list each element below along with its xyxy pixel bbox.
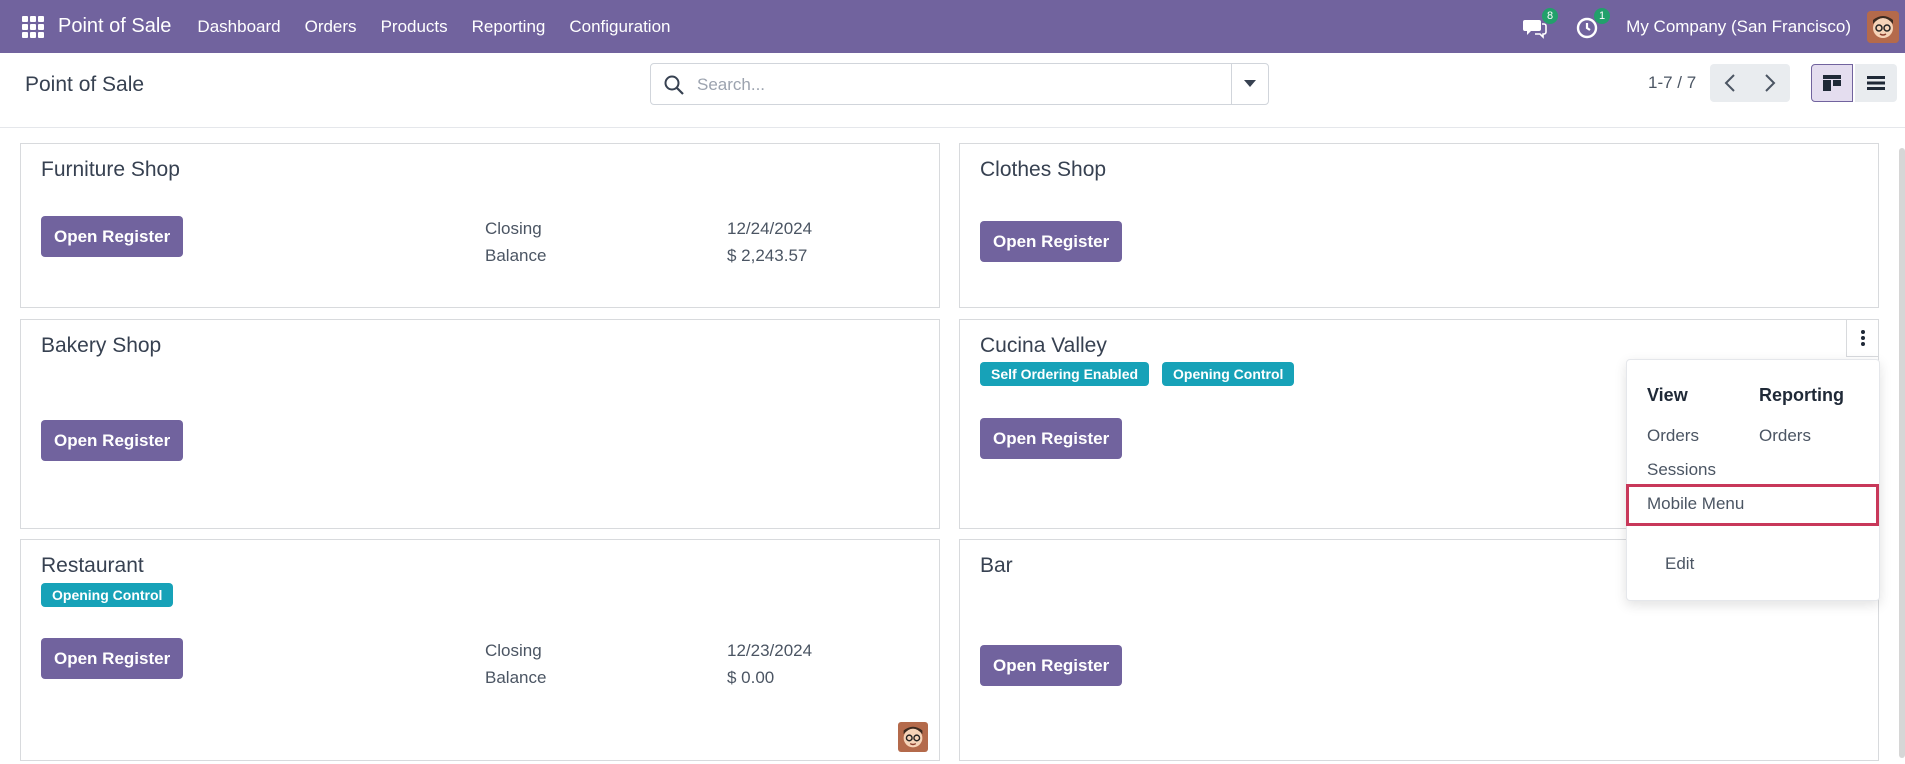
open-register-button[interactable]: Open Register xyxy=(41,420,184,461)
nav-products[interactable]: Products xyxy=(381,17,448,37)
vertical-dots-icon xyxy=(1860,330,1865,346)
closing-label: Closing xyxy=(485,641,542,660)
activities-count-badge: 1 xyxy=(1594,7,1611,24)
kanban-view-button[interactable] xyxy=(1811,64,1853,102)
reporting-orders-item[interactable]: Orders xyxy=(1759,426,1811,446)
open-register-button[interactable]: Open Register xyxy=(980,221,1123,262)
balance-value: $ 0.00 xyxy=(727,668,775,687)
page-title: Point of Sale xyxy=(25,73,145,96)
control-panel: Point of Sale 1-7 / 7 xyxy=(0,53,1905,128)
chevron-right-icon xyxy=(1765,74,1776,92)
nav-orders[interactable]: Orders xyxy=(305,17,357,37)
card-title[interactable]: Cucina Valley xyxy=(980,334,1107,358)
view-sessions-item[interactable]: Sessions xyxy=(1647,460,1716,480)
chevron-left-icon xyxy=(1724,74,1735,92)
search-input[interactable] xyxy=(695,70,1199,100)
messages-icon[interactable]: 8 xyxy=(1522,7,1559,40)
card-title[interactable]: Furniture Shop xyxy=(41,158,180,182)
reporting-section-header: Reporting xyxy=(1759,385,1844,405)
card-title[interactable]: Bar xyxy=(980,554,1013,578)
view-section-header: View xyxy=(1647,385,1688,405)
balance-label: Balance xyxy=(485,246,547,265)
list-icon xyxy=(1867,76,1885,90)
company-switcher[interactable]: My Company (San Francisco) xyxy=(1626,17,1851,37)
pos-card-bakery-shop: Bakery Shop Open Register xyxy=(20,319,940,529)
closing-date: 12/24/2024 xyxy=(727,219,813,238)
card-options-button[interactable] xyxy=(1846,320,1878,357)
edit-item[interactable]: Edit xyxy=(1665,554,1694,574)
nav-configuration[interactable]: Configuration xyxy=(569,17,670,37)
card-title[interactable]: Restaurant xyxy=(41,554,144,578)
messages-count-badge: 8 xyxy=(1542,7,1559,24)
balance-value: $ 2,243.57 xyxy=(727,246,808,265)
view-orders-item[interactable]: Orders xyxy=(1647,426,1699,446)
card-title[interactable]: Clothes Shop xyxy=(980,158,1106,182)
search-icon xyxy=(663,74,685,96)
scrollbar[interactable] xyxy=(1899,148,1905,758)
card-options-dropdown: View Reporting Orders Orders Sessions Mo… xyxy=(1626,359,1880,601)
pager-next-button[interactable] xyxy=(1750,64,1790,102)
balance-label: Balance xyxy=(485,668,547,687)
mobile-menu-highlight xyxy=(1626,484,1879,526)
card-title[interactable]: Bakery Shop xyxy=(41,334,161,358)
pos-card-restaurant: Restaurant Opening Control Open Register… xyxy=(20,539,940,761)
closing-label: Closing xyxy=(485,219,542,238)
pos-card-clothes-shop: Clothes Shop Open Register xyxy=(959,143,1879,308)
list-view-button[interactable] xyxy=(1855,64,1897,102)
activity-clock-icon[interactable]: 1 xyxy=(1574,7,1611,40)
open-register-button[interactable]: Open Register xyxy=(980,418,1123,459)
open-register-button[interactable]: Open Register xyxy=(41,638,184,679)
nav-dashboard[interactable]: Dashboard xyxy=(197,17,280,37)
caret-down-icon xyxy=(1244,80,1256,87)
app-brand[interactable]: Point of Sale xyxy=(58,15,171,38)
open-register-button[interactable]: Open Register xyxy=(41,216,184,257)
pager-value[interactable]: 1-7 / 7 xyxy=(1648,73,1696,93)
kanban-icon xyxy=(1823,75,1841,91)
opening-control-tag: Opening Control xyxy=(1162,362,1295,386)
opening-control-tag: Opening Control xyxy=(41,583,174,607)
open-register-button[interactable]: Open Register xyxy=(980,645,1123,686)
closing-date: 12/23/2024 xyxy=(727,641,813,660)
pager-previous-button[interactable] xyxy=(1710,64,1750,102)
nav-reporting[interactable]: Reporting xyxy=(472,17,546,37)
apps-grid-icon[interactable] xyxy=(22,15,44,38)
self-ordering-tag: Self Ordering Enabled xyxy=(980,362,1150,386)
pos-card-furniture-shop: Furniture Shop Open Register Closing 12/… xyxy=(20,143,940,308)
top-navbar: Point of Sale Dashboard Orders Products … xyxy=(0,0,1905,53)
search-options-toggle[interactable] xyxy=(1231,64,1268,104)
search-bar[interactable] xyxy=(650,63,1269,105)
user-avatar[interactable] xyxy=(1867,10,1899,43)
responsible-user-avatar[interactable] xyxy=(898,722,928,752)
